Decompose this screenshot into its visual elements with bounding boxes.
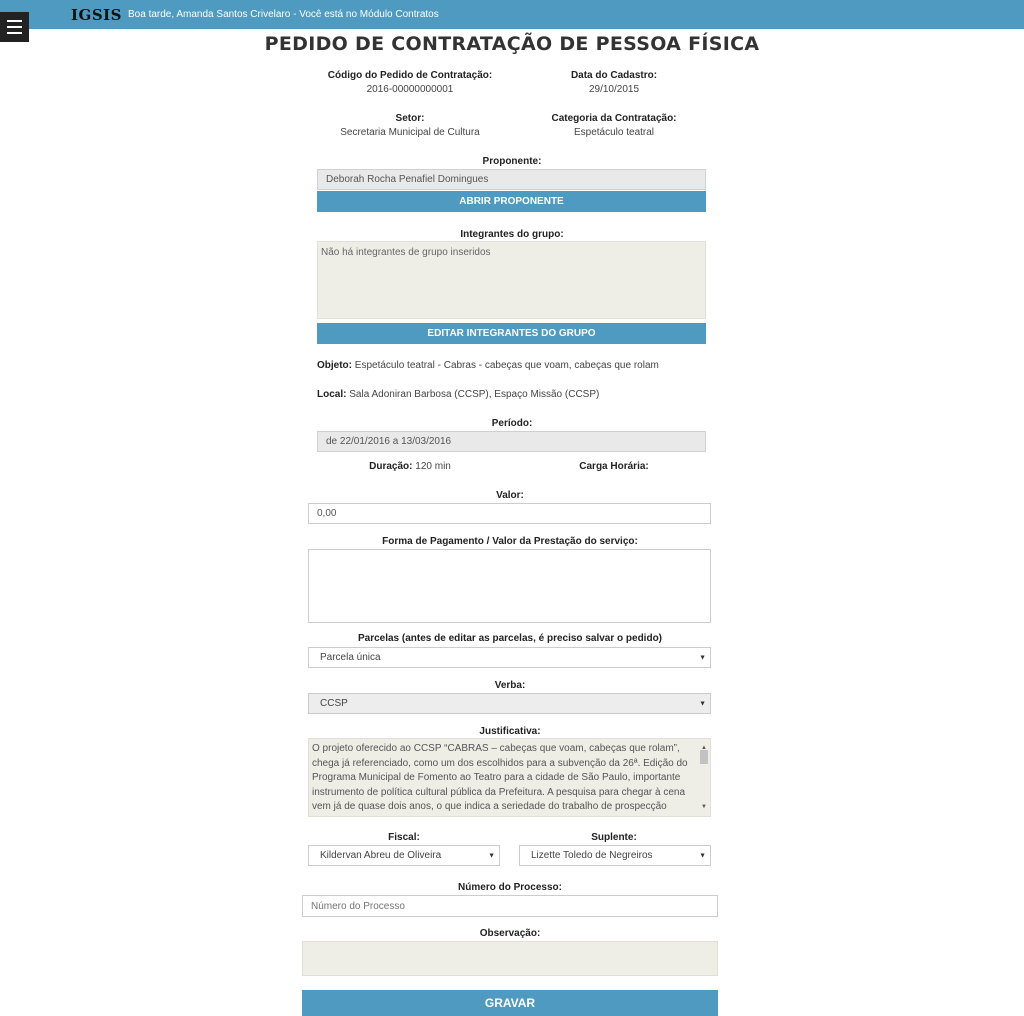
proponente-value: Deborah Rocha Penafiel Domingues xyxy=(326,174,489,185)
hamburger-icon xyxy=(7,32,22,34)
integrantes-value: Não há integrantes de grupo inseridos xyxy=(321,247,491,258)
page-title: PEDIDO DE CONTRATAÇÃO DE PESSOA FÍSICA xyxy=(264,33,760,55)
hamburger-icon xyxy=(7,20,22,22)
setor-value: Secretaria Municipal de Cultura xyxy=(340,127,480,138)
numero-processo-label: Número do Processo: xyxy=(458,882,562,893)
local-line: Local: Sala Adoniran Barbosa (CCSP), Esp… xyxy=(317,389,717,400)
objeto-label: Objeto: xyxy=(317,360,352,371)
scrollbar-thumb[interactable] xyxy=(700,750,708,764)
observacao-label: Observação: xyxy=(479,928,541,939)
setor-label: Setor: xyxy=(395,113,425,124)
data-cadastro-label: Data do Cadastro: xyxy=(570,70,658,81)
menu-button[interactable] xyxy=(0,12,29,42)
valor-label: Valor: xyxy=(496,490,524,501)
justificativa-textarea[interactable]: O projeto oferecido ao CCSP “CABRAS – ca… xyxy=(308,738,711,817)
verba-label: Verba: xyxy=(494,680,526,691)
top-bar: IGSIS Boa tarde, Amanda Santos Crivelaro… xyxy=(0,0,1024,29)
codigo-label: Código do Pedido de Contratação: xyxy=(327,70,493,81)
duracao-line: Duração: 120 min xyxy=(310,461,510,472)
duracao-label: Duração: xyxy=(369,461,413,472)
verba-selected: CCSP xyxy=(320,698,348,709)
parcelas-label: Parcelas (antes de editar as parcelas, é… xyxy=(357,633,663,644)
greeting-text: Boa tarde, Amanda Santos Crivelaro - Voc… xyxy=(128,9,439,20)
verba-select[interactable]: CCSP ▼ xyxy=(308,693,711,714)
periodo-label: Período: xyxy=(491,418,533,429)
carga-line: Carga Horária: xyxy=(514,461,714,472)
brand-logo[interactable]: IGSIS xyxy=(71,6,122,24)
integrantes-field: Não há integrantes de grupo inseridos xyxy=(317,241,706,319)
caret-down-icon: ▼ xyxy=(488,852,495,859)
proponente-label: Proponente: xyxy=(482,156,542,167)
justificativa-scrollbar[interactable]: ▲ ▼ xyxy=(699,740,709,815)
objeto-value: Espetáculo teatral - Cabras - cabeças qu… xyxy=(354,360,659,371)
numero-processo-input[interactable] xyxy=(302,895,718,917)
caret-down-icon: ▼ xyxy=(699,654,706,661)
integrantes-label: Integrantes do grupo: xyxy=(460,229,564,240)
fiscal-label: Fiscal: xyxy=(388,832,420,843)
forma-pagamento-textarea[interactable] xyxy=(308,549,711,623)
objeto-line: Objeto: Espetáculo teatral - Cabras - ca… xyxy=(317,360,717,371)
observacao-textarea[interactable] xyxy=(302,941,718,976)
categoria-label: Categoria da Contratação: xyxy=(551,113,677,124)
proponente-field: Deborah Rocha Penafiel Domingues xyxy=(317,169,706,190)
gravar-button[interactable]: GRAVAR xyxy=(302,990,718,1016)
justificativa-value: O projeto oferecido ao CCSP “CABRAS – ca… xyxy=(312,743,688,816)
periodo-value: de 22/01/2016 a 13/03/2016 xyxy=(326,436,452,447)
data-cadastro-value: 29/10/2015 xyxy=(588,84,640,95)
abrir-proponente-button[interactable]: ABRIR PROPONENTE xyxy=(317,191,706,212)
suplente-label: Suplente: xyxy=(591,832,637,843)
local-value: Sala Adoniran Barbosa (CCSP), Espaço Mis… xyxy=(349,389,600,400)
fiscal-select[interactable]: Kildervan Abreu de Oliveira ▼ xyxy=(308,845,500,866)
local-label: Local: xyxy=(317,389,347,400)
parcelas-select[interactable]: Parcela única ▼ xyxy=(308,647,711,668)
forma-pagamento-label: Forma de Pagamento / Valor da Prestação … xyxy=(382,536,638,547)
parcelas-selected: Parcela única xyxy=(320,652,381,663)
valor-value: 0,00 xyxy=(317,508,337,519)
suplente-select[interactable]: Lizette Toledo de Negreiros ▼ xyxy=(519,845,711,866)
duracao-value: 120 min xyxy=(415,461,451,472)
categoria-value: Espetáculo teatral xyxy=(573,127,655,138)
carga-label: Carga Horária: xyxy=(579,461,649,472)
codigo-value: 2016-00000000001 xyxy=(366,84,454,95)
hamburger-icon xyxy=(7,26,22,28)
periodo-field: de 22/01/2016 a 13/03/2016 xyxy=(317,431,706,452)
editar-integrantes-button[interactable]: EDITAR INTEGRANTES DO GRUPO xyxy=(317,323,706,344)
fiscal-selected: Kildervan Abreu de Oliveira xyxy=(320,850,442,861)
suplente-selected: Lizette Toledo de Negreiros xyxy=(531,850,653,861)
caret-down-icon: ▼ xyxy=(699,852,706,859)
valor-input[interactable]: 0,00 xyxy=(308,503,711,524)
caret-down-icon: ▼ xyxy=(699,700,706,707)
scroll-down-icon[interactable]: ▼ xyxy=(700,800,708,815)
justificativa-label: Justificativa: xyxy=(479,726,541,737)
